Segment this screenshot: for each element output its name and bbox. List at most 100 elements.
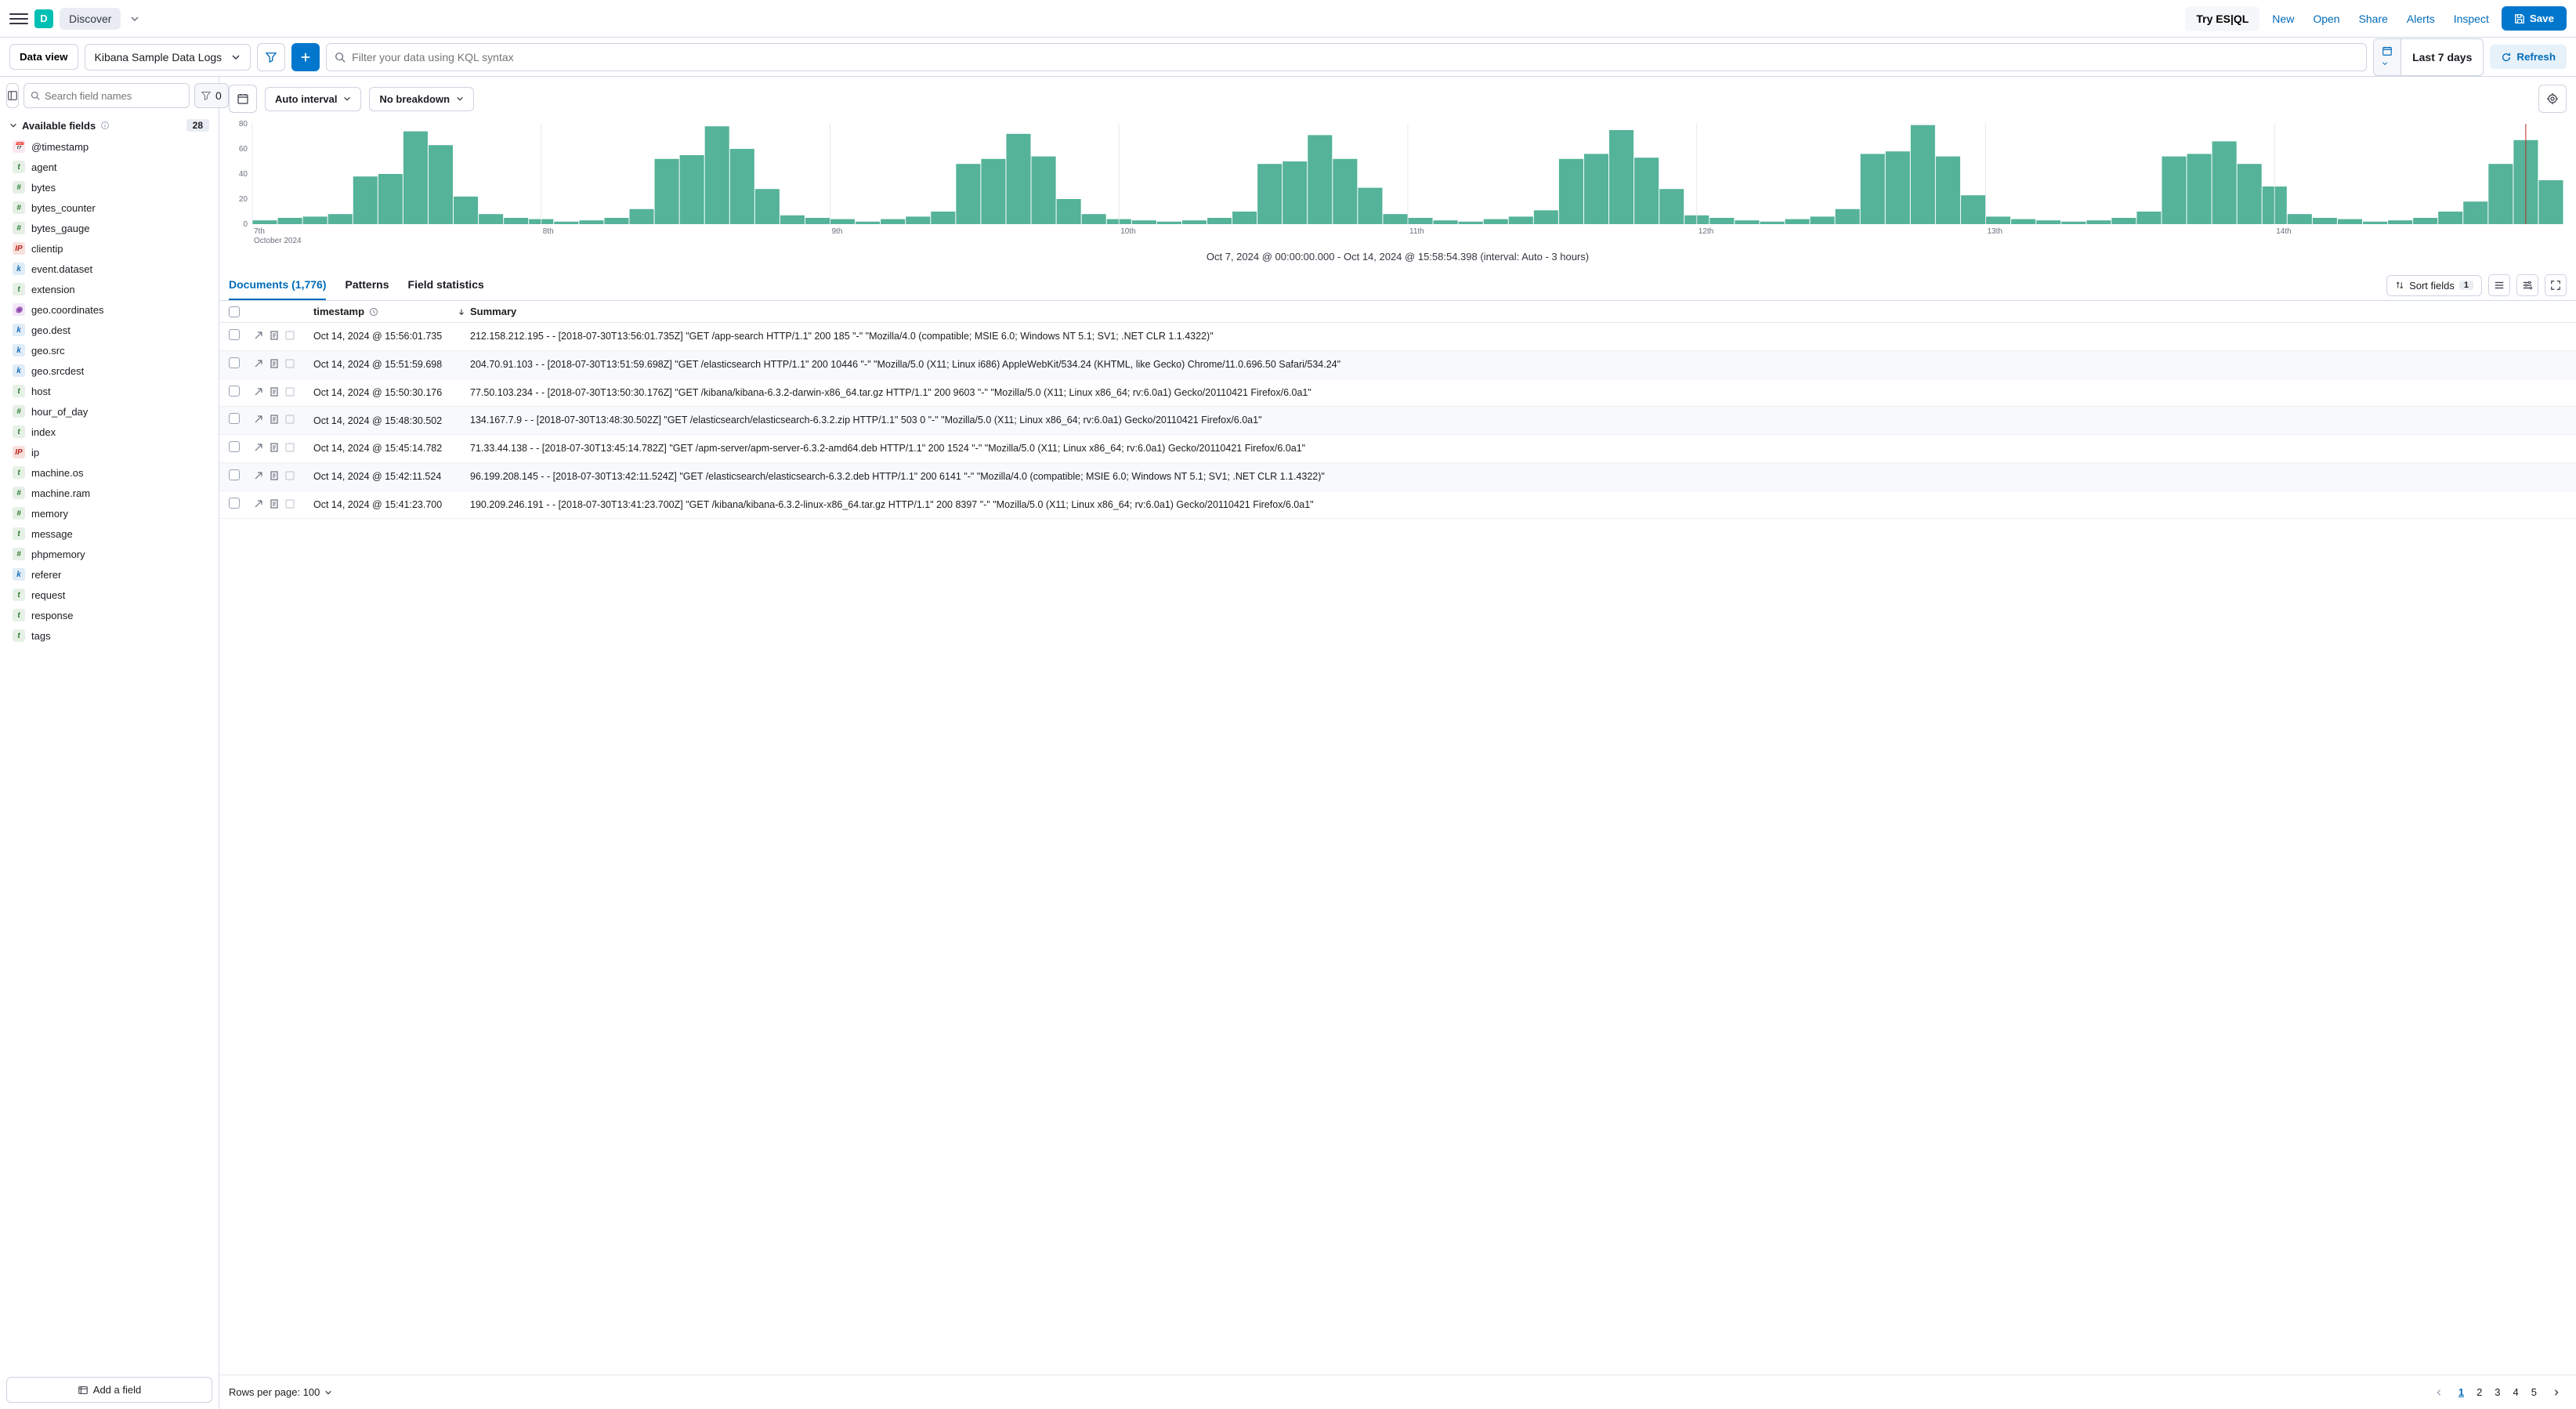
field-item[interactable]: IPip bbox=[6, 442, 212, 462]
lens-suggestion-button[interactable] bbox=[2538, 85, 2567, 113]
field-item[interactable]: IPclientip bbox=[6, 238, 212, 259]
tab-patterns[interactable]: Patterns bbox=[345, 270, 389, 300]
rows-per-page[interactable]: Rows per page: 100 bbox=[229, 1386, 332, 1398]
field-item[interactable]: tresponse bbox=[6, 605, 212, 625]
table-row[interactable]: Oct 14, 2024 @ 15:50:30.176 77.50.103.23… bbox=[219, 379, 2576, 407]
save-button[interactable]: Save bbox=[2502, 6, 2567, 31]
row-checkbox[interactable] bbox=[229, 469, 240, 480]
row-checkbox[interactable] bbox=[229, 413, 240, 424]
fullscreen-button[interactable] bbox=[2545, 274, 2567, 296]
view-doc-icon[interactable] bbox=[268, 469, 280, 482]
date-picker[interactable]: Last 7 days bbox=[2373, 38, 2484, 76]
view-doc-icon[interactable] bbox=[268, 386, 280, 398]
add-filter-button[interactable] bbox=[291, 43, 320, 71]
row-checkbox[interactable] bbox=[229, 329, 240, 340]
copy-icon[interactable] bbox=[284, 329, 296, 342]
inspect-link[interactable]: Inspect bbox=[2448, 13, 2495, 25]
page-4[interactable]: 4 bbox=[2507, 1383, 2525, 1401]
sort-desc-icon[interactable] bbox=[458, 308, 465, 316]
field-item[interactable]: thost bbox=[6, 381, 212, 401]
refresh-button[interactable]: Refresh bbox=[2490, 45, 2567, 69]
field-item[interactable]: #hour_of_day bbox=[6, 401, 212, 422]
expand-icon[interactable] bbox=[252, 441, 265, 454]
table-row[interactable]: Oct 14, 2024 @ 15:56:01.735 212.158.212.… bbox=[219, 323, 2576, 351]
new-link[interactable]: New bbox=[2266, 13, 2300, 25]
expand-icon[interactable] bbox=[252, 329, 265, 342]
interval-select[interactable]: Auto interval bbox=[265, 87, 361, 111]
field-item[interactable]: tmessage bbox=[6, 523, 212, 544]
table-row[interactable]: Oct 14, 2024 @ 15:41:23.700 190.209.246.… bbox=[219, 491, 2576, 520]
copy-icon[interactable] bbox=[284, 469, 296, 482]
field-item[interactable]: #machine.ram bbox=[6, 483, 212, 503]
view-doc-icon[interactable] bbox=[268, 498, 280, 510]
view-doc-icon[interactable] bbox=[268, 329, 280, 342]
table-row[interactable]: Oct 14, 2024 @ 15:48:30.502 134.167.7.9 … bbox=[219, 407, 2576, 435]
view-doc-icon[interactable] bbox=[268, 357, 280, 370]
histogram-toggle[interactable] bbox=[229, 85, 257, 113]
view-doc-icon[interactable] bbox=[268, 441, 280, 454]
field-item[interactable]: 📅@timestamp bbox=[6, 136, 212, 157]
copy-icon[interactable] bbox=[284, 413, 296, 426]
kql-search[interactable] bbox=[326, 43, 2367, 71]
expand-icon[interactable] bbox=[252, 357, 265, 370]
field-item[interactable]: textension bbox=[6, 279, 212, 299]
table-row[interactable]: Oct 14, 2024 @ 15:42:11.524 96.199.208.1… bbox=[219, 463, 2576, 491]
field-item[interactable]: #memory bbox=[6, 503, 212, 523]
chevron-down-icon[interactable] bbox=[127, 11, 143, 27]
discover-button[interactable]: Discover bbox=[60, 8, 121, 30]
copy-icon[interactable] bbox=[284, 386, 296, 398]
view-doc-icon[interactable] bbox=[268, 413, 280, 426]
page-next[interactable] bbox=[2546, 1385, 2567, 1400]
available-fields-header[interactable]: Available fields 28 bbox=[6, 114, 212, 136]
tab-documents[interactable]: Documents (1,776) bbox=[229, 270, 326, 300]
kql-input[interactable] bbox=[352, 51, 2358, 63]
field-item[interactable]: #bytes_counter bbox=[6, 197, 212, 218]
row-checkbox[interactable] bbox=[229, 498, 240, 509]
open-link[interactable]: Open bbox=[2306, 13, 2346, 25]
page-prev[interactable] bbox=[2429, 1385, 2449, 1400]
data-view-selector[interactable]: Kibana Sample Data Logs bbox=[85, 44, 251, 71]
add-field-button[interactable]: Add a field bbox=[6, 1377, 212, 1403]
field-item[interactable]: tindex bbox=[6, 422, 212, 442]
field-item[interactable]: kgeo.dest bbox=[6, 320, 212, 340]
field-item[interactable]: ◉geo.coordinates bbox=[6, 299, 212, 320]
alerts-link[interactable]: Alerts bbox=[2401, 13, 2441, 25]
copy-icon[interactable] bbox=[284, 498, 296, 510]
field-item[interactable]: trequest bbox=[6, 585, 212, 605]
page-1[interactable]: 1 bbox=[2452, 1383, 2470, 1401]
page-5[interactable]: 5 bbox=[2525, 1383, 2543, 1401]
density-button[interactable] bbox=[2488, 274, 2510, 296]
field-search-input[interactable] bbox=[45, 90, 183, 102]
field-item[interactable]: tmachine.os bbox=[6, 462, 212, 483]
expand-icon[interactable] bbox=[252, 498, 265, 510]
field-item[interactable]: #phpmemory bbox=[6, 544, 212, 564]
try-esql-button[interactable]: Try ES|QL bbox=[2185, 6, 2259, 31]
field-item[interactable]: kgeo.src bbox=[6, 340, 212, 360]
copy-icon[interactable] bbox=[284, 357, 296, 370]
calendar-icon[interactable] bbox=[2374, 39, 2401, 75]
copy-icon[interactable] bbox=[284, 441, 296, 454]
field-item[interactable]: kreferer bbox=[6, 564, 212, 585]
filter-icon-button[interactable] bbox=[257, 43, 285, 71]
page-3[interactable]: 3 bbox=[2488, 1383, 2506, 1401]
field-item[interactable]: kevent.dataset bbox=[6, 259, 212, 279]
row-checkbox[interactable] bbox=[229, 386, 240, 397]
expand-icon[interactable] bbox=[252, 413, 265, 426]
field-item[interactable]: tagent bbox=[6, 157, 212, 177]
page-2[interactable]: 2 bbox=[2470, 1383, 2488, 1401]
app-logo[interactable]: D bbox=[34, 9, 53, 28]
field-item[interactable]: #bytes_gauge bbox=[6, 218, 212, 238]
breakdown-select[interactable]: No breakdown bbox=[369, 87, 474, 111]
select-all-checkbox[interactable] bbox=[229, 306, 240, 317]
sort-fields-button[interactable]: Sort fields 1 bbox=[2386, 275, 2482, 296]
row-checkbox[interactable] bbox=[229, 357, 240, 368]
field-item[interactable]: #bytes bbox=[6, 177, 212, 197]
field-search[interactable] bbox=[24, 83, 190, 108]
table-row[interactable]: Oct 14, 2024 @ 15:45:14.782 71.33.44.138… bbox=[219, 435, 2576, 463]
sidebar-collapse-button[interactable] bbox=[6, 83, 19, 108]
column-timestamp[interactable]: timestamp bbox=[313, 306, 364, 317]
column-summary[interactable]: Summary bbox=[470, 306, 2567, 317]
row-checkbox[interactable] bbox=[229, 441, 240, 452]
field-item[interactable]: kgeo.srcdest bbox=[6, 360, 212, 381]
data-view-button[interactable]: Data view bbox=[9, 44, 78, 70]
